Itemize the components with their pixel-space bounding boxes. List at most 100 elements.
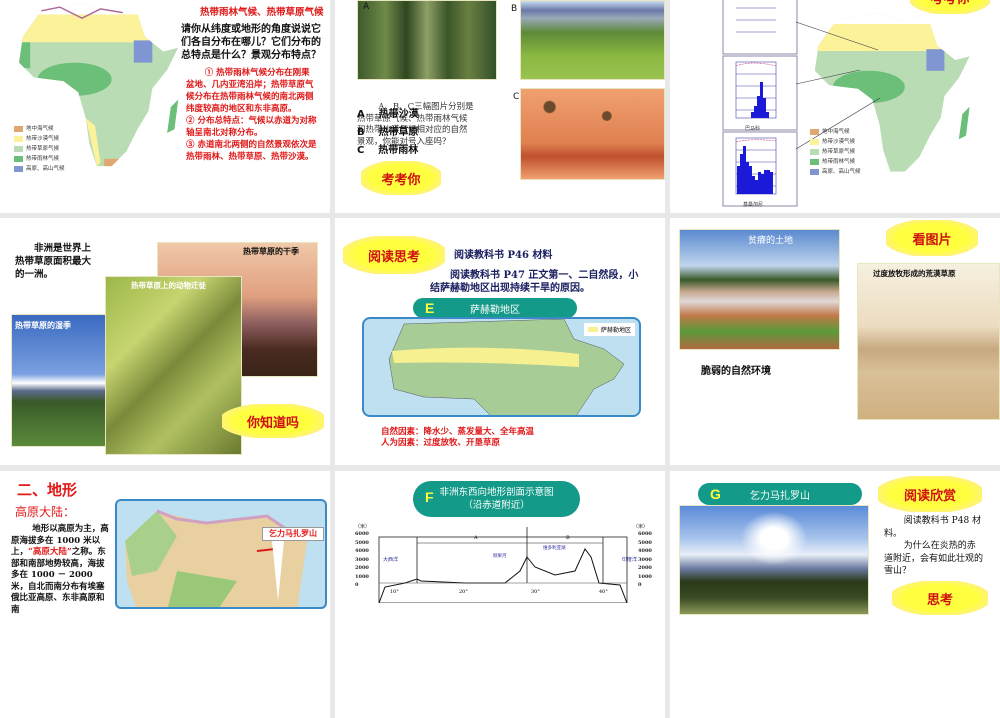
answer-label: A: [357, 109, 365, 120]
answer-matches: A 热带沙漠 B 热带草原 C 热带雨林: [357, 106, 419, 160]
wet-season-photo: [11, 314, 107, 447]
legend-item: 地中海气候: [26, 126, 54, 132]
fragile-environment-text: 脆弱的自然环境: [701, 366, 771, 377]
section-pill-e: E 萨赫勒地区: [413, 298, 577, 318]
question-paragraph: 为什么在炎热的赤道附近，会有如此壮观的雪山？: [884, 541, 984, 576]
reading-text: 阅读教科书 P48 材料。 为什么在炎热的赤道附近，会有如此壮观的雪山？: [884, 515, 984, 578]
map-legend: 地中海气候 热带沙漠气候 热带草原气候 热带雨林气候 高原、高山气候: [810, 127, 861, 177]
pill-title: 萨赫勒地区: [470, 304, 520, 316]
africa-relief-map: [115, 499, 327, 609]
map-legend: 地中海气候 热带沙漠气候 热带草原气候 热带雨林气候 高原、高山气候: [14, 124, 65, 174]
did-you-know-cloud: 你知道吗: [222, 404, 324, 438]
x-tick: 20°: [459, 589, 468, 595]
answer-3: ③ 赤道南北两侧的自然景观依次是热带雨林、热带草原、热带沙漠。: [186, 140, 317, 162]
answer-value: 热带沙漠: [378, 109, 419, 120]
landform-paragraph: 地形以高原为主，高原海拔多在 1000 米以上，“高原大陆”之称。东部和南部地势…: [11, 524, 111, 616]
pill-subtitle: （沿赤道附近）: [463, 500, 530, 511]
slide-thumbnail-5[interactable]: 阅读思考 阅读教科书 P46 材料 阅读教科书 P47 正文第一、二自然段，小结…: [335, 218, 665, 465]
quiz-cloud: 考考你: [361, 161, 441, 195]
slide-thumbnail-2[interactable]: A B C A、B、C三幅图片分别是热带草原气候、热带雨林气候和热带沙漠气候相对…: [335, 0, 665, 213]
legend-item: 高原、高山气候: [26, 166, 65, 172]
slide-thumbnail-8[interactable]: F 非洲东西向地形剖面示意图 （沿赤道附近） （米） （米） 6000 5000 400…: [335, 471, 665, 718]
section-label: B: [566, 535, 570, 541]
photo-caption: 热带草原上的动物迁徙: [131, 281, 206, 290]
sahel-map: 萨赫勒地区: [362, 317, 641, 417]
slide-thumbnail-4[interactable]: 非洲是世界上热带草原面积最大的一洲。 热带草原的干季 热带草原的湿季 热带草原上…: [0, 218, 330, 465]
legend-item: 热带草原气候: [822, 149, 856, 155]
photo-caption: 热带草原的干季: [243, 247, 299, 256]
section-label: A: [474, 535, 478, 541]
pill-letter: G: [710, 486, 721, 502]
barren-land-photo: [679, 229, 840, 350]
place-label: 印度洋: [622, 557, 638, 563]
human-factors: 人为因素：过度放牧、开垦草原: [381, 438, 501, 448]
pill-title: 乞力马扎罗山: [750, 490, 810, 502]
photo-label-a: A: [363, 2, 370, 12]
photo-caption: 热带草原的湿季: [15, 321, 71, 330]
answer-value: 热带雨林: [378, 145, 419, 156]
pointer-lines: [795, 21, 881, 150]
causes-text: 自然因素：降水少、蒸发量大、全年高温 人为因素：过度放牧、开垦草原: [381, 427, 534, 449]
map-legend: 萨赫勒地区: [583, 323, 635, 336]
place-label: 刚果河: [493, 554, 507, 559]
desert-photo: [520, 88, 665, 180]
photo-label-b: B: [511, 4, 518, 14]
place-label: 维多利亚湖: [543, 546, 566, 551]
think-cloud: 思考: [892, 581, 988, 615]
natural-factors: 自然因素：降水少、蒸发量大、全年高温: [381, 427, 535, 437]
legend-item: 热带沙漠气候: [26, 136, 60, 142]
intro-text: 非洲是世界上热带草原面积最大的一洲。: [15, 243, 92, 280]
answer-value: 热带草原: [378, 127, 419, 138]
legend-item: 热带雨林气候: [26, 156, 60, 162]
callout-pointer: [272, 541, 284, 601]
photo-label-c: C: [513, 92, 520, 102]
answer-2: ② 分布总特点：气候以赤道为对称轴呈南北对称分布。: [186, 116, 317, 138]
legend-item: 热带草原气候: [26, 146, 60, 152]
answer-text: ① 热带雨林气候分布在刚果盆地、几内亚湾沿岸；热带草原气候分布在热带雨林气候的南…: [186, 67, 318, 163]
x-tick: 10°: [390, 589, 399, 595]
slide-thumbnail-9[interactable]: G 乞力马扎罗山 阅读欣赏 阅读教科书 P48 材料。 为什么在炎热的赤道附近，会…: [670, 471, 1000, 718]
pill-letter: F: [425, 489, 434, 505]
legend-item: 高原、高山气候: [822, 169, 861, 175]
pill-letter: E: [425, 300, 435, 316]
slide-thumbnail-6[interactable]: 贫瘠的土地 脆弱的自然环境 看图片 过度放牧形成的荒漠草原: [670, 218, 1000, 465]
overgrazing-photo: [857, 263, 1000, 420]
y-axis-unit: （米）: [355, 524, 371, 530]
slide-thumbnail-3[interactable]: 考考你 巴马科 基桑加尼 地中海气候 热带沙漠气候 热带草原气候 热带雨林气候 …: [670, 0, 1000, 213]
photo-caption: 贫瘠的土地: [748, 236, 794, 246]
question-text: 请你从纬度或地形的角度说说它们各自分布在哪儿？它们分布的总特点是什么？景观分布特…: [181, 24, 321, 61]
photo-caption: 过度放牧形成的荒漠草原: [873, 269, 956, 278]
reading-appreciation-cloud: 阅读欣赏: [878, 476, 982, 512]
rainforest-photo: [357, 0, 497, 80]
legend-item: 地中海气候: [822, 129, 850, 135]
section-pill-f: F 非洲东西向地形剖面示意图 （沿赤道附近）: [413, 481, 580, 517]
answer-label: C: [357, 145, 365, 156]
y-axis-unit-right: （米）: [633, 524, 649, 530]
x-tick: 40°: [599, 589, 608, 595]
place-label: 大西洋: [383, 557, 399, 563]
legend-item: 萨赫勒地区: [600, 327, 631, 334]
legend-item: 热带沙漠气候: [822, 139, 856, 145]
para-text: 之称。东部和南部地势较高，海拔多在 1000 － 2000 米，自北而南分布有埃…: [11, 547, 106, 615]
pill-title: 非洲东西向地形剖面示意图: [439, 487, 554, 498]
slide-title: 热带雨林气候、热带草原气候: [200, 7, 324, 18]
section-pill-g: G 乞力马扎罗山: [698, 483, 862, 505]
savanna-photo: [520, 0, 665, 80]
slide-thumbnail-7[interactable]: 二、地形 高原大陆： 地形以高原为主，高原海拔多在 1000 米以上，“高原大陆…: [0, 471, 330, 718]
kilimanjaro-callout: 乞力马扎罗山: [262, 527, 324, 541]
subheading: 高原大陆：: [15, 505, 76, 519]
slide-thumbnail-1[interactable]: 地中海气候 热带沙漠气候 热带草原气候 热带雨林气候 高原、高山气候 热带雨林气…: [0, 0, 330, 213]
y-axis-ticks: 6000 5000 4000 3000 2000 1000 0: [355, 531, 369, 588]
section-heading: 二、地形: [17, 481, 78, 499]
para-highlight: “高原大陆”: [28, 547, 72, 557]
answer-label: B: [357, 127, 365, 138]
reading-task: 阅读教科书 P47 正文第一、二自然段，小结萨赫勒地区出现持续干旱的原因。: [430, 270, 639, 294]
look-at-pictures-cloud: 看图片: [886, 220, 978, 256]
answer-1: ① 热带雨林气候分布在刚果盆地、几内亚湾沿岸；热带草原气候分布在热带雨林气候的南…: [186, 68, 314, 114]
legend-item: 热带雨林气候: [822, 159, 856, 165]
kilimanjaro-photo: [679, 505, 869, 615]
reading-line: 阅读教科书 P46 材料: [454, 250, 553, 261]
y-axis-ticks-right: 6000 5000 4000 3000 2000 1000 0: [638, 531, 652, 588]
reading-paragraph: 阅读教科书 P48 材料。: [884, 516, 982, 539]
x-tick: 30°: [531, 589, 540, 595]
